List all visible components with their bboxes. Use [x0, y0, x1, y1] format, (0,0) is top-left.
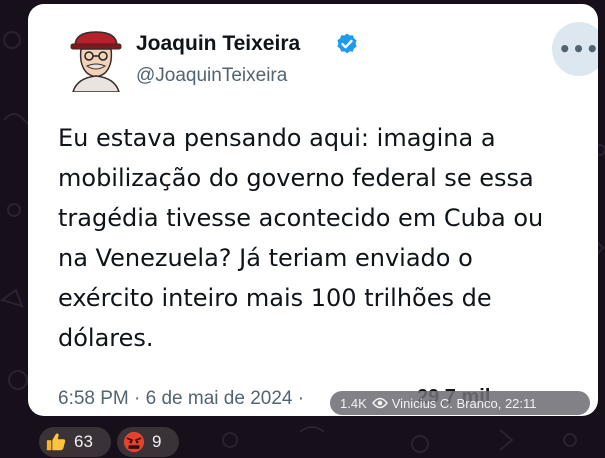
- angry-face-icon: [123, 431, 145, 453]
- avatar[interactable]: [61, 22, 131, 92]
- tweet-text: Eu estava pensando aqui: imagina a mobil…: [58, 124, 544, 352]
- more-options-button[interactable]: •••: [552, 22, 598, 76]
- verified-badge-icon: [337, 33, 357, 54]
- author-name[interactable]: Joaquin Teixeira: [136, 32, 300, 56]
- author-handle[interactable]: @JoaquinTeixeira: [136, 65, 287, 87]
- post-card[interactable]: Joaquin Teixeira @JoaquinTeixeira ••• Eu…: [28, 4, 598, 416]
- message-author-time: Vinicius C. Branco, 22:11: [391, 395, 537, 411]
- reaction-thumbs-up[interactable]: 63: [39, 427, 111, 457]
- thumbs-up-icon: [46, 433, 66, 451]
- eye-icon: [371, 397, 388, 409]
- timestamp[interactable]: 6:58 PM · 6 de mai de 2024 ·: [58, 388, 304, 410]
- reaction-angry[interactable]: 9: [117, 427, 179, 457]
- reaction-count: 63: [74, 432, 93, 451]
- message-meta-overlay: 1.4K Vinicius C. Branco, 22:11: [330, 391, 590, 415]
- message-view-count: 1.4K: [340, 395, 367, 411]
- reaction-count: 9: [152, 432, 162, 451]
